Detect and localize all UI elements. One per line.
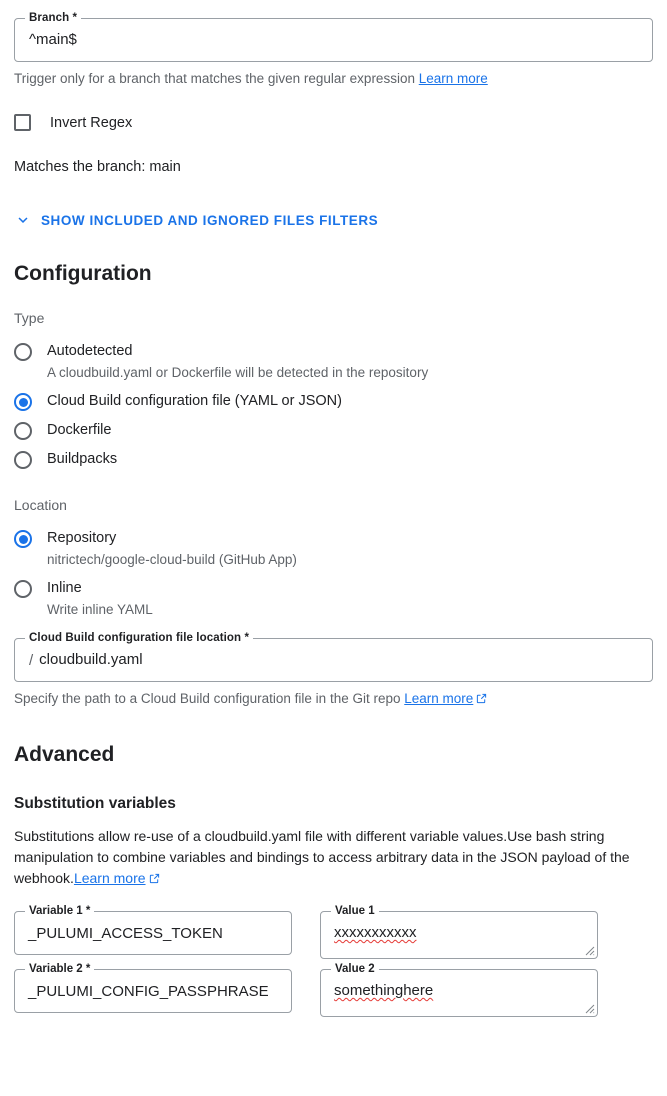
radio-icon[interactable]: [14, 451, 32, 469]
external-link-icon: [476, 693, 487, 704]
variable-2-field[interactable]: Variable 2 * _PULUMI_CONFIG_PASSPHRASE: [14, 962, 292, 1013]
invert-regex-checkbox[interactable]: [14, 114, 31, 131]
value-2-field[interactable]: Value 2 somethinghere: [320, 962, 598, 1017]
branch-hint-text: Trigger only for a branch that matches t…: [14, 71, 415, 86]
radio-description: nitrictech/google-cloud-build (GitHub Ap…: [47, 552, 297, 567]
radio-option-buildpacks[interactable]: Buildpacks: [14, 445, 653, 474]
resize-handle-icon[interactable]: [582, 943, 595, 956]
location-radio-group: Repository nitrictech/google-cloud-build…: [0, 524, 667, 624]
invert-regex-label: Invert Regex: [50, 114, 133, 131]
radio-option-repository[interactable]: Repository nitrictech/google-cloud-build…: [14, 524, 653, 574]
advanced-heading: Advanced: [14, 743, 115, 766]
radio-icon[interactable]: [14, 580, 32, 598]
show-files-filters-label: SHOW INCLUDED AND IGNORED FILES FILTERS: [41, 212, 379, 228]
radio-label: Dockerfile: [47, 422, 112, 438]
substitution-variables-description: Substitutions allow re-use of a cloudbui…: [14, 826, 653, 889]
config-file-location-legend: Cloud Build configuration file location …: [25, 631, 254, 645]
radio-option-autodetected[interactable]: Autodetected A cloudbuild.yaml or Docker…: [14, 337, 653, 387]
branch-learn-more-link[interactable]: Learn more: [419, 71, 488, 86]
external-link-icon: [149, 873, 160, 884]
resize-handle-icon[interactable]: [582, 1001, 595, 1014]
substitution-rows: Variable 1 * _PULUMI_ACCESS_TOKEN Value …: [0, 904, 667, 1017]
value-2-legend: Value 2: [331, 962, 379, 976]
radio-option-cloud-build-config-file[interactable]: Cloud Build configuration file (YAML or …: [14, 387, 653, 416]
config-file-location-value: cloudbuild.yaml: [39, 651, 143, 668]
value-1-legend: Value 1: [331, 904, 379, 918]
config-file-location-prefix: /: [29, 651, 34, 669]
variable-2-value: _PULUMI_CONFIG_PASSPHRASE: [28, 982, 269, 1000]
radio-icon[interactable]: [14, 422, 32, 440]
substitution-row: Variable 1 * _PULUMI_ACCESS_TOKEN Value …: [0, 904, 667, 959]
config-file-location-hint: Specify the path to a Cloud Build config…: [14, 690, 653, 708]
radio-label: Inline: [47, 580, 82, 596]
invert-regex-row[interactable]: Invert Regex: [14, 114, 653, 131]
branch-field[interactable]: Branch * ^main$: [14, 11, 653, 62]
type-radio-group: Autodetected A cloudbuild.yaml or Docker…: [0, 337, 667, 474]
configuration-heading: Configuration: [14, 262, 152, 285]
substitution-learn-more-link[interactable]: Learn more: [74, 870, 146, 886]
radio-description: A cloudbuild.yaml or Dockerfile will be …: [47, 365, 429, 380]
radio-option-inline[interactable]: Inline Write inline YAML: [14, 574, 653, 624]
variable-1-field[interactable]: Variable 1 * _PULUMI_ACCESS_TOKEN: [14, 904, 292, 955]
radio-description: Write inline YAML: [47, 602, 153, 617]
value-2-value: somethinghere: [334, 982, 434, 999]
chevron-down-icon: [14, 211, 32, 229]
radio-label: Cloud Build configuration file (YAML or …: [47, 393, 342, 409]
type-group-label: Type: [14, 310, 45, 326]
branch-field-value: ^main$: [29, 31, 77, 48]
substitution-variables-heading: Substitution variables: [14, 795, 176, 812]
value-1-value: xxxxxxxxxxx: [334, 924, 417, 941]
branch-match-status: Matches the branch: main: [14, 159, 181, 175]
branch-hint: Trigger only for a branch that matches t…: [14, 70, 653, 88]
radio-label: Autodetected: [47, 343, 133, 359]
radio-label: Repository: [47, 530, 117, 546]
radio-icon[interactable]: [14, 343, 32, 361]
variable-1-value: _PULUMI_ACCESS_TOKEN: [28, 924, 223, 942]
clipped-top-row: [0, 0, 667, 6]
config-file-location-hint-text: Specify the path to a Cloud Build config…: [14, 691, 401, 706]
config-file-location-field[interactable]: Cloud Build configuration file location …: [14, 631, 653, 682]
radio-icon[interactable]: [14, 393, 32, 411]
branch-field-legend: Branch *: [25, 11, 82, 25]
variable-1-legend: Variable 1 *: [25, 904, 95, 918]
substitution-row: Variable 2 * _PULUMI_CONFIG_PASSPHRASE V…: [0, 962, 667, 1017]
radio-option-dockerfile[interactable]: Dockerfile: [14, 416, 653, 445]
radio-label: Buildpacks: [47, 451, 118, 467]
config-file-location-learn-more-link[interactable]: Learn more: [404, 691, 473, 706]
location-group-label: Location: [14, 497, 67, 513]
value-1-field[interactable]: Value 1 xxxxxxxxxxx: [320, 904, 598, 959]
radio-icon[interactable]: [14, 530, 32, 548]
variable-2-legend: Variable 2 *: [25, 962, 95, 976]
cloud-build-trigger-form: Branch * ^main$ Trigger only for a branc…: [0, 0, 667, 1096]
show-files-filters-toggle[interactable]: SHOW INCLUDED AND IGNORED FILES FILTERS: [14, 211, 653, 229]
